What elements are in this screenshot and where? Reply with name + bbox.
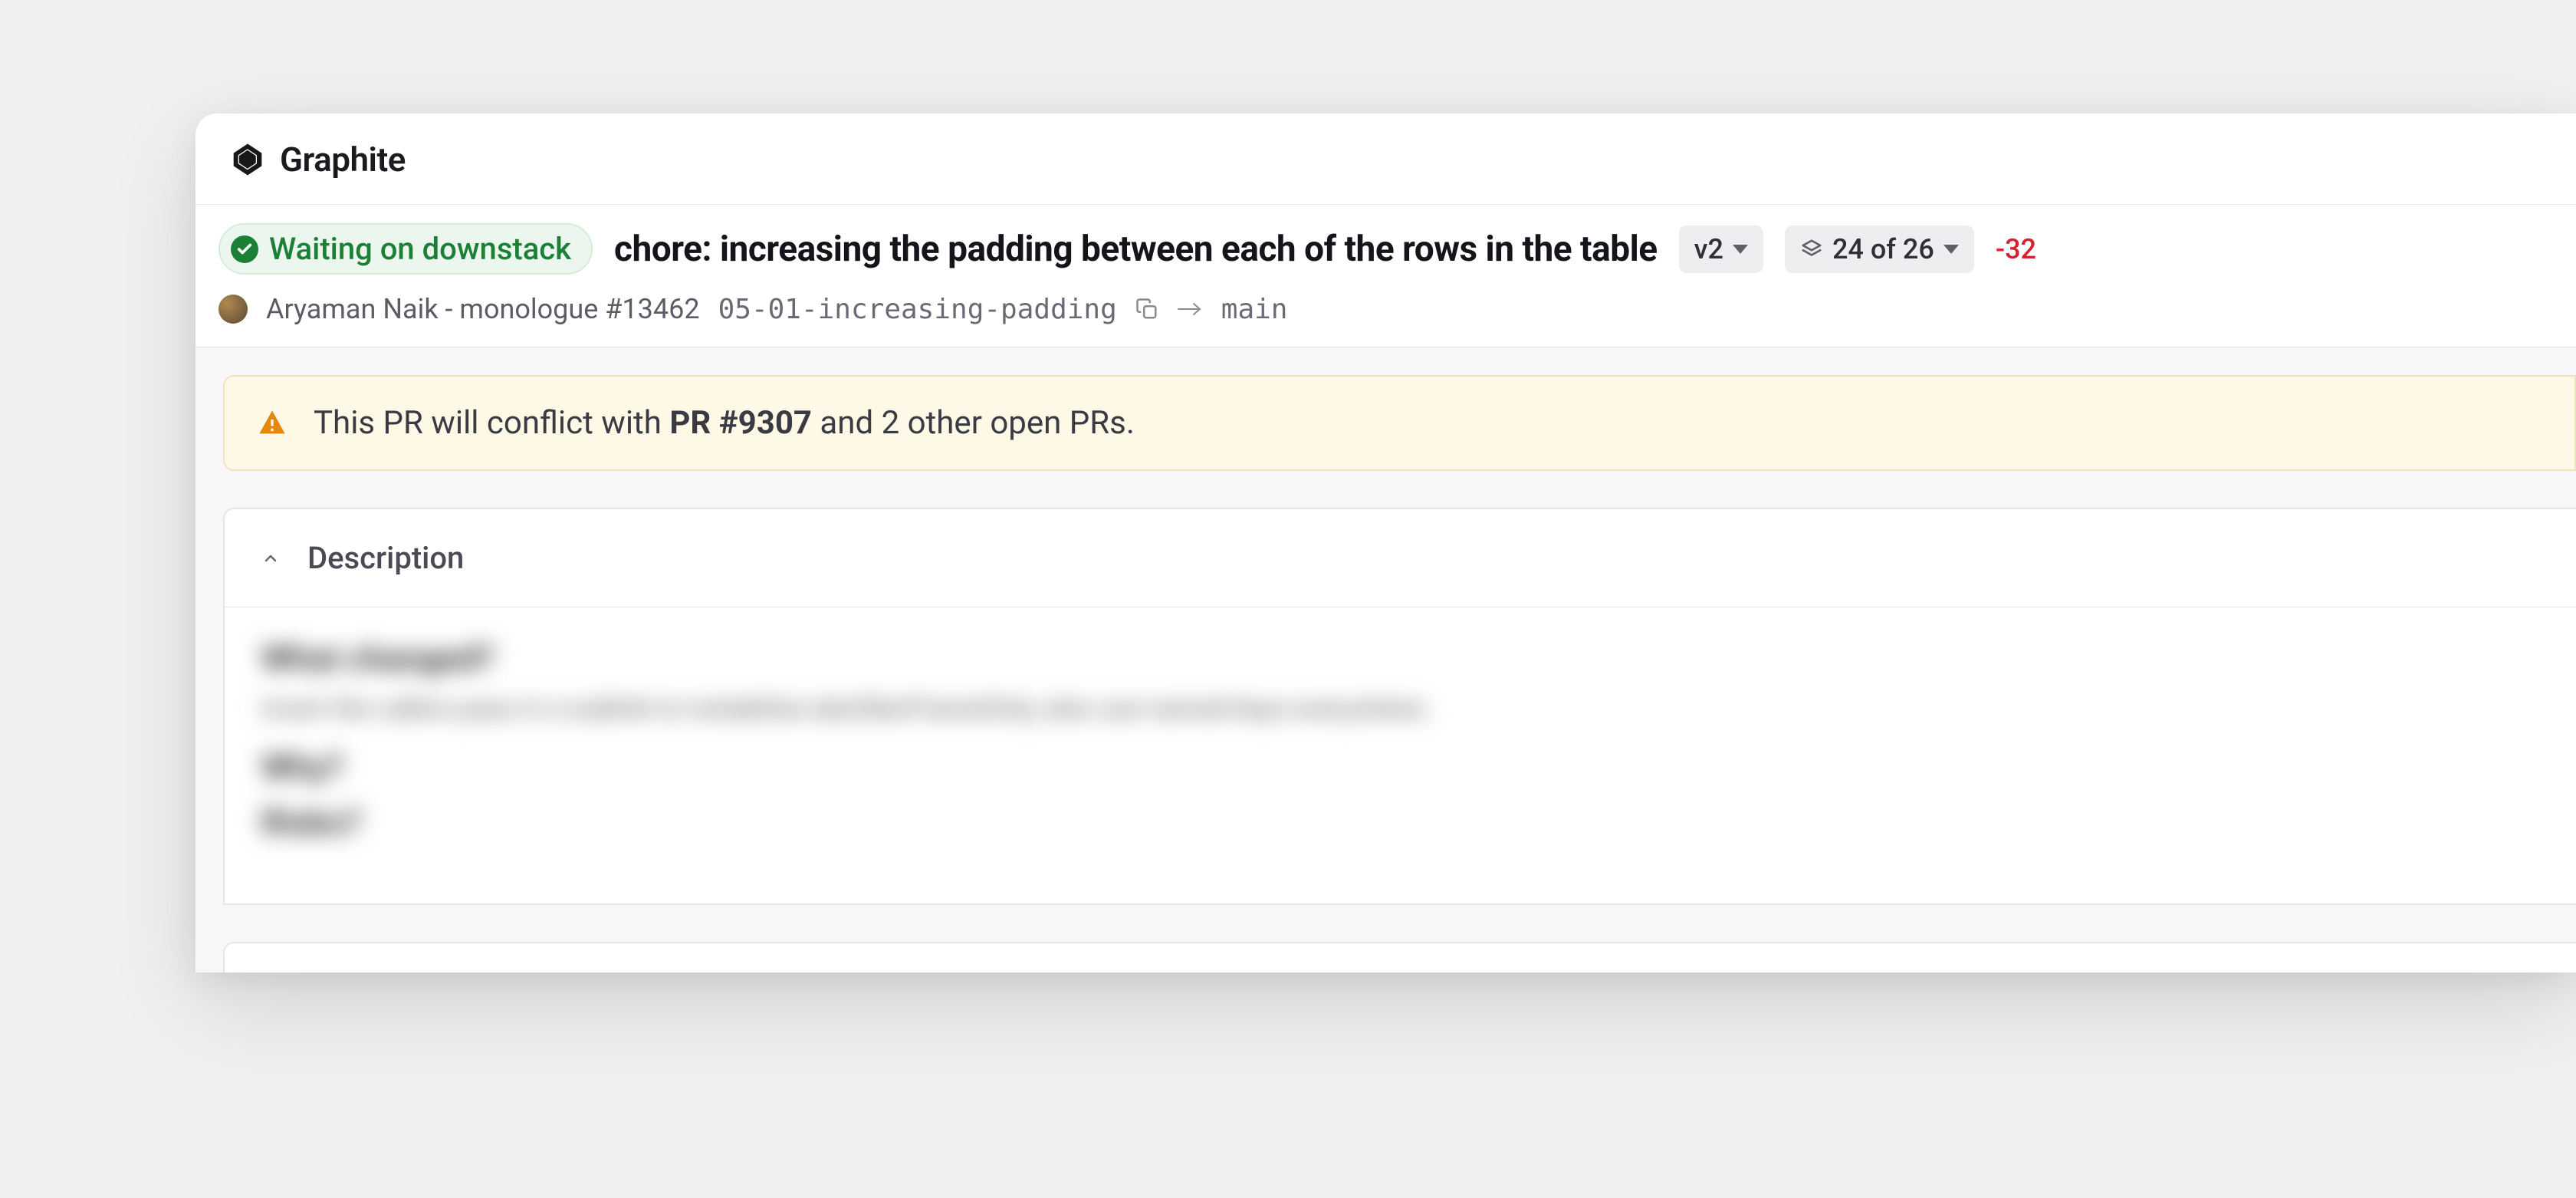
- author-label[interactable]: Aryaman Naik - monologue #13462: [266, 293, 700, 325]
- copy-icon[interactable]: [1135, 298, 1158, 321]
- app-header: Graphite: [196, 114, 2576, 205]
- target-branch[interactable]: main: [1221, 294, 1288, 325]
- pr-title: chore: increasing the padding between ea…: [614, 229, 1658, 270]
- description-card: Description What changed? Invert the cal…: [223, 508, 2576, 905]
- version-label: v2: [1694, 233, 1723, 265]
- caret-down-icon: [1733, 245, 1748, 254]
- chevron-up-icon: [261, 549, 280, 568]
- pr-title-bar: Waiting on downstack chore: increasing t…: [196, 205, 2576, 282]
- description-body-blurred: What changed? Invert the callers pass in…: [225, 607, 2576, 903]
- next-card: [223, 942, 2576, 973]
- pr-meta-bar: Aryaman Naik - monologue #13462 05-01-in…: [196, 282, 2576, 347]
- check-icon: [231, 235, 258, 263]
- status-badge[interactable]: Waiting on downstack: [219, 223, 593, 275]
- status-label: Waiting on downstack: [269, 231, 571, 267]
- app-window: Graphite Waiting on downstack chore: inc…: [196, 114, 2576, 973]
- app-name: Graphite: [280, 140, 406, 179]
- stack-icon: [1800, 238, 1823, 261]
- version-selector[interactable]: v2: [1679, 225, 1763, 273]
- main-content: This PR will conflict with PR #9307 and …: [196, 347, 2576, 973]
- stack-label: 24 of 26: [1832, 233, 1934, 265]
- description-header[interactable]: Description: [225, 509, 2576, 607]
- graphite-logo-icon: [229, 141, 266, 178]
- conflict-warning-banner[interactable]: This PR will conflict with PR #9307 and …: [223, 375, 2576, 471]
- author-avatar[interactable]: [219, 295, 248, 324]
- description-title: Description: [307, 540, 464, 576]
- stack-position-selector[interactable]: 24 of 26: [1785, 225, 1974, 273]
- diff-deletions: -32: [1996, 233, 2036, 265]
- source-branch[interactable]: 05-01-increasing-padding: [718, 294, 1117, 325]
- caret-down-icon: [1944, 245, 1959, 254]
- warning-text: This PR will conflict with PR #9307 and …: [314, 404, 1135, 442]
- warning-icon: [257, 408, 288, 439]
- arrow-right-icon: [1177, 300, 1203, 318]
